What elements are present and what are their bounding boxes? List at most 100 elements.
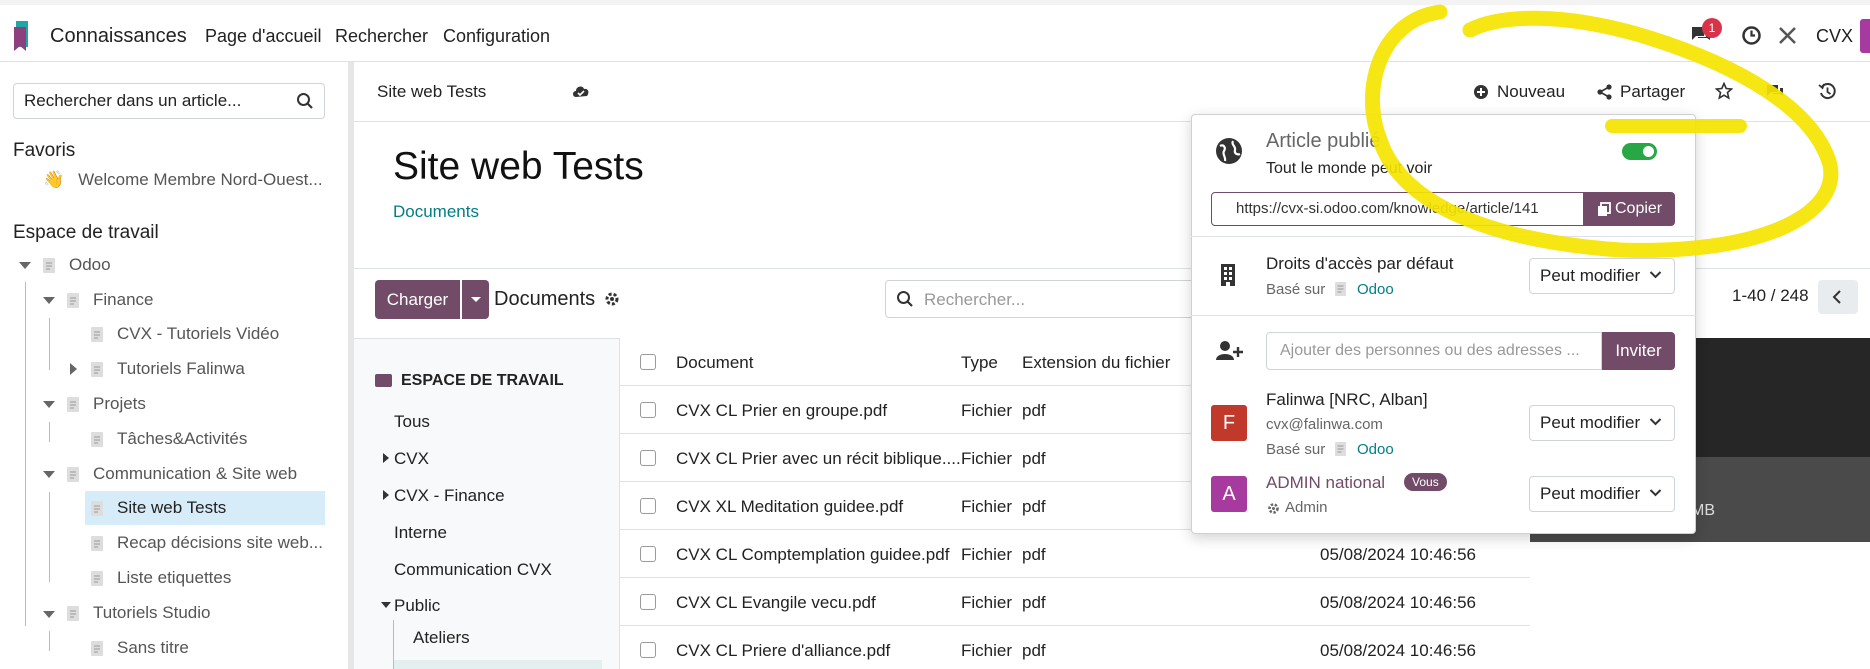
row-checkbox[interactable] — [640, 642, 656, 658]
facet-communication-cvx[interactable]: Communication CVX — [394, 560, 552, 580]
tree-item-communication-site-web[interactable]: Communication & Site web — [67, 457, 297, 491]
collapse-caret[interactable] — [19, 262, 31, 269]
pager-previous-button[interactable] — [1818, 280, 1858, 314]
menu-home[interactable]: Page d'accueil — [205, 26, 322, 47]
article-icon — [1335, 282, 1346, 296]
expand-caret[interactable] — [70, 363, 77, 375]
collapse-caret[interactable] — [43, 471, 55, 478]
upload-button[interactable]: Charger — [375, 280, 460, 319]
menu-search[interactable]: Rechercher — [335, 26, 428, 47]
pager-value[interactable]: 1-40 / 248 — [1732, 286, 1809, 306]
facet-cvx-finance[interactable]: CVX - Finance — [394, 486, 505, 506]
published-subtitle: Tout le monde peut voir — [1266, 160, 1433, 177]
app-name[interactable]: Connaissances — [50, 25, 187, 48]
tree-item-tutoriels-studio[interactable]: Tutoriels Studio — [67, 596, 210, 630]
row-document-name[interactable]: CVX CL Prier avec un récit biblique.... — [676, 449, 961, 469]
sidebar-search-input[interactable]: Rechercher dans un article... — [13, 83, 325, 119]
expand-caret[interactable] — [383, 453, 389, 463]
collapse-caret[interactable] — [43, 401, 55, 408]
history-icon[interactable] — [1818, 82, 1837, 101]
row-checkbox[interactable] — [640, 498, 656, 514]
member-based-on-article-link[interactable]: Odoo — [1357, 441, 1394, 458]
member-name[interactable]: ADMIN national — [1266, 473, 1385, 493]
upload-dropdown-toggle[interactable] — [462, 280, 489, 319]
tree-item-liste-etiquettes[interactable]: Liste etiquettes — [91, 561, 231, 595]
search-icon[interactable] — [296, 92, 314, 110]
facet-heading: ESPACE DE TRAVAIL — [401, 372, 564, 389]
tree-item-projets[interactable]: Projets — [67, 387, 146, 421]
new-article-button[interactable]: Nouveau — [1473, 82, 1565, 102]
publish-toggle[interactable] — [1622, 143, 1657, 160]
invite-button[interactable]: Inviter — [1602, 332, 1675, 370]
tree-item-recap-decisions[interactable]: Recap décisions site web... — [91, 526, 323, 560]
building-icon — [1221, 264, 1235, 286]
tree-item-taches-activites[interactable]: Tâches&Activités — [91, 422, 247, 456]
row-document-name[interactable]: CVX CL Priere d'alliance.pdf — [676, 641, 890, 661]
row-document-name[interactable]: CVX CL Evangile vecu.pdf — [676, 593, 876, 613]
tree-item-tutoriels-falinwa[interactable]: Tutoriels Falinwa — [91, 352, 245, 386]
tree-item-odoo[interactable]: Odoo — [43, 248, 323, 282]
column-type[interactable]: Type — [961, 353, 998, 373]
facet-selected-row[interactable] — [394, 660, 602, 669]
row-checkbox[interactable] — [640, 546, 656, 562]
column-document[interactable]: Document — [676, 353, 753, 373]
facet-interne[interactable]: Interne — [394, 523, 447, 543]
article-icon — [91, 570, 103, 586]
default-access-label: Droits d'accès par défaut — [1266, 254, 1454, 273]
row-checkbox[interactable] — [640, 594, 656, 610]
menu-configuration[interactable]: Configuration — [443, 26, 550, 47]
knowledge-app-icon[interactable] — [12, 19, 36, 53]
debug-tools-icon[interactable] — [1777, 25, 1798, 46]
user-avatar[interactable] — [1860, 19, 1870, 53]
invite-input[interactable]: Ajouter des personnes ou des adresses ..… — [1266, 332, 1602, 370]
article-title[interactable]: Site web Tests — [393, 145, 644, 189]
plus-circle-icon — [1474, 85, 1488, 99]
row-document-name[interactable]: CVX CL Comptemplation guidee.pdf — [676, 545, 949, 565]
tree-item-cvx-tutoriels-video[interactable]: CVX - Tutoriels Vidéo — [91, 317, 279, 351]
star-icon[interactable] — [1715, 82, 1733, 100]
row-checkbox[interactable] — [640, 450, 656, 466]
documents-search-input[interactable]: Rechercher... — [885, 280, 1205, 318]
tree-item-sans-titre[interactable]: Sans titre — [91, 631, 189, 665]
notification-badge: 1 — [1702, 18, 1722, 38]
collapse-caret[interactable] — [43, 611, 55, 618]
globe-icon — [1216, 138, 1242, 164]
facet-all[interactable]: Tous — [394, 412, 430, 432]
select-all-checkbox[interactable] — [640, 354, 656, 370]
comments-icon[interactable] — [1765, 82, 1785, 100]
member-name[interactable]: Falinwa [NRC, Alban] — [1266, 390, 1428, 410]
documents-section-title: Documents — [494, 288, 596, 310]
member-permission-select[interactable]: Peut modifier — [1529, 476, 1675, 512]
share-label: Partager — [1620, 82, 1686, 101]
clock-icon[interactable] — [1741, 25, 1762, 46]
collapse-caret[interactable] — [381, 602, 391, 608]
avatar[interactable]: A — [1211, 476, 1247, 512]
gear-icon — [1268, 503, 1279, 514]
tree-item-label: Communication & Site web — [93, 464, 298, 483]
facet-ateliers[interactable]: Ateliers — [413, 628, 470, 648]
copy-url-button[interactable]: Copier — [1584, 192, 1675, 226]
tree-item-site-web-tests[interactable]: Site web Tests — [85, 491, 325, 525]
company-switcher[interactable]: CVX — [1816, 26, 1853, 47]
expand-caret[interactable] — [383, 490, 389, 500]
column-extension[interactable]: Extension du fichier — [1022, 353, 1170, 373]
favorite-item[interactable]: 👋 Welcome Membre Nord-Ouest... — [43, 163, 323, 197]
based-on-article-link[interactable]: Odoo — [1357, 281, 1394, 298]
documents-link[interactable]: Documents — [393, 202, 479, 222]
row-checkbox[interactable] — [640, 402, 656, 418]
gear-icon[interactable] — [604, 291, 620, 307]
default-permission-select[interactable]: Peut modifier — [1529, 258, 1675, 294]
collapse-caret[interactable] — [43, 297, 55, 304]
row-document-name[interactable]: CVX CL Prier en groupe.pdf — [676, 401, 887, 421]
tree-item-finance[interactable]: Finance — [67, 283, 153, 317]
share-button[interactable]: Partager — [1597, 82, 1685, 102]
facet-public[interactable]: Public — [394, 596, 440, 616]
member-permission-select[interactable]: Peut modifier — [1529, 405, 1675, 441]
article-icon — [91, 640, 103, 656]
article-url-field[interactable]: https://cvx-si.odoo.com/knowledge/articl… — [1211, 192, 1584, 226]
facet-cvx[interactable]: CVX — [394, 449, 429, 469]
row-document-name[interactable]: CVX XL Meditation guidee.pdf — [676, 497, 903, 517]
tree-item-label: CVX - Tutoriels Vidéo — [117, 324, 280, 343]
avatar[interactable]: F — [1211, 405, 1247, 441]
breadcrumb[interactable]: Site web Tests — [377, 82, 486, 102]
